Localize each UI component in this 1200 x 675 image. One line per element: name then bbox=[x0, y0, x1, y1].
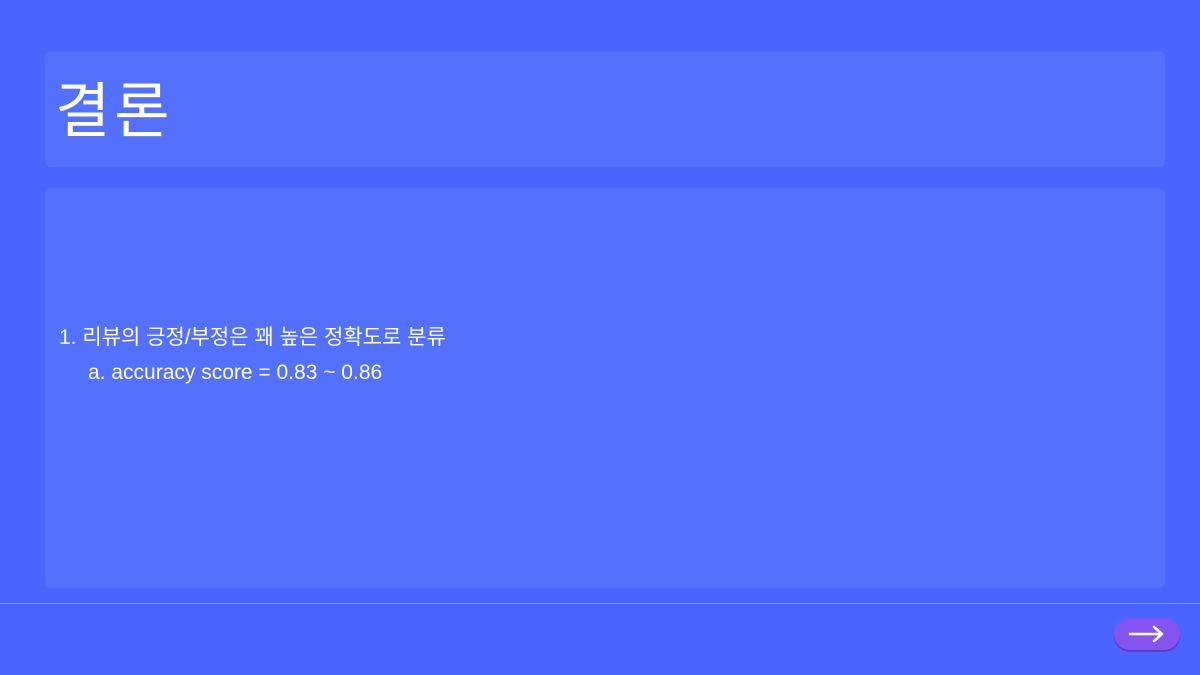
sub-list-item: a. accuracy score = 0.83 ~ 0.86 bbox=[88, 361, 383, 384]
next-slide-button[interactable] bbox=[1114, 618, 1180, 650]
divider bbox=[0, 603, 1200, 604]
content-panel: 1. 리뷰의 긍정/부정은 꽤 높은 정확도로 분류 a. accuracy s… bbox=[45, 188, 1165, 588]
slide-title: 결론 bbox=[55, 77, 174, 147]
title-panel: 결론 bbox=[45, 51, 1165, 167]
list-item: 1. 리뷰의 긍정/부정은 꽤 높은 정확도로 분류 bbox=[59, 326, 446, 349]
arrow-right-icon bbox=[1128, 625, 1164, 643]
